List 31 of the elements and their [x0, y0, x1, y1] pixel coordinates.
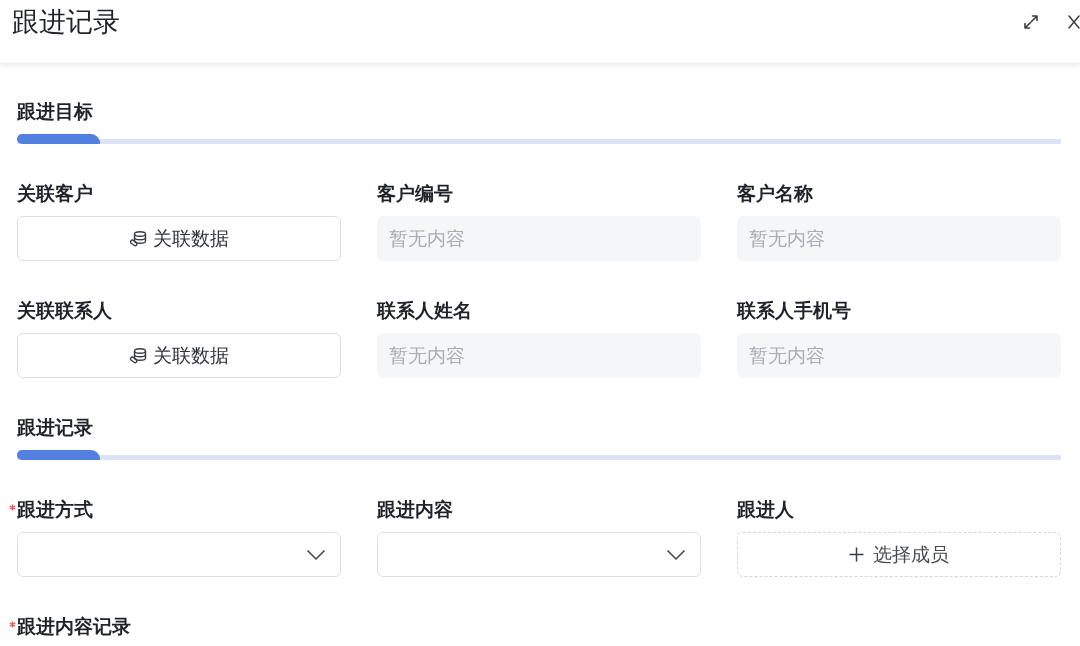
- select-field[interactable]: [377, 532, 701, 577]
- field-label: 跟进内容: [377, 498, 453, 522]
- link-data-button[interactable]: 关联数据: [17, 333, 341, 378]
- dialog-title: 跟进记录: [12, 6, 121, 39]
- readonly-field[interactable]: 暂无内容: [377, 333, 701, 378]
- field-label: 客户名称: [737, 182, 813, 206]
- chevron-down-icon: [307, 549, 325, 560]
- link-data-button[interactable]: 关联数据: [17, 216, 341, 261]
- section-title: 跟进目标: [17, 100, 94, 124]
- plus-icon: [849, 547, 864, 562]
- field-label: 关联联系人: [17, 299, 112, 323]
- readonly-field[interactable]: 暂无内容: [737, 216, 1061, 261]
- readonly-field[interactable]: 暂无内容: [377, 216, 701, 261]
- select-member-button[interactable]: 选择成员: [737, 532, 1061, 577]
- field-label: 跟进内容记录: [17, 615, 131, 639]
- database-link-icon: [129, 346, 147, 365]
- field-label: 关联客户: [17, 182, 93, 206]
- database-link-icon: [129, 229, 147, 248]
- section-title: 跟进记录: [17, 416, 94, 440]
- chevron-down-icon: [667, 549, 685, 560]
- field-label: 客户编号: [377, 182, 453, 206]
- field-label: 联系人姓名: [377, 299, 472, 323]
- field-label: 联系人手机号: [737, 299, 851, 323]
- close-icon: [1068, 15, 1080, 29]
- field-label: 跟进方式: [17, 498, 93, 522]
- readonly-field[interactable]: 暂无内容: [737, 333, 1061, 378]
- close-button[interactable]: [1068, 15, 1080, 29]
- select-field[interactable]: [17, 532, 341, 577]
- field-label: 跟进人: [737, 498, 794, 522]
- expand-icon: [1022, 13, 1040, 31]
- expand-button[interactable]: [1022, 13, 1040, 31]
